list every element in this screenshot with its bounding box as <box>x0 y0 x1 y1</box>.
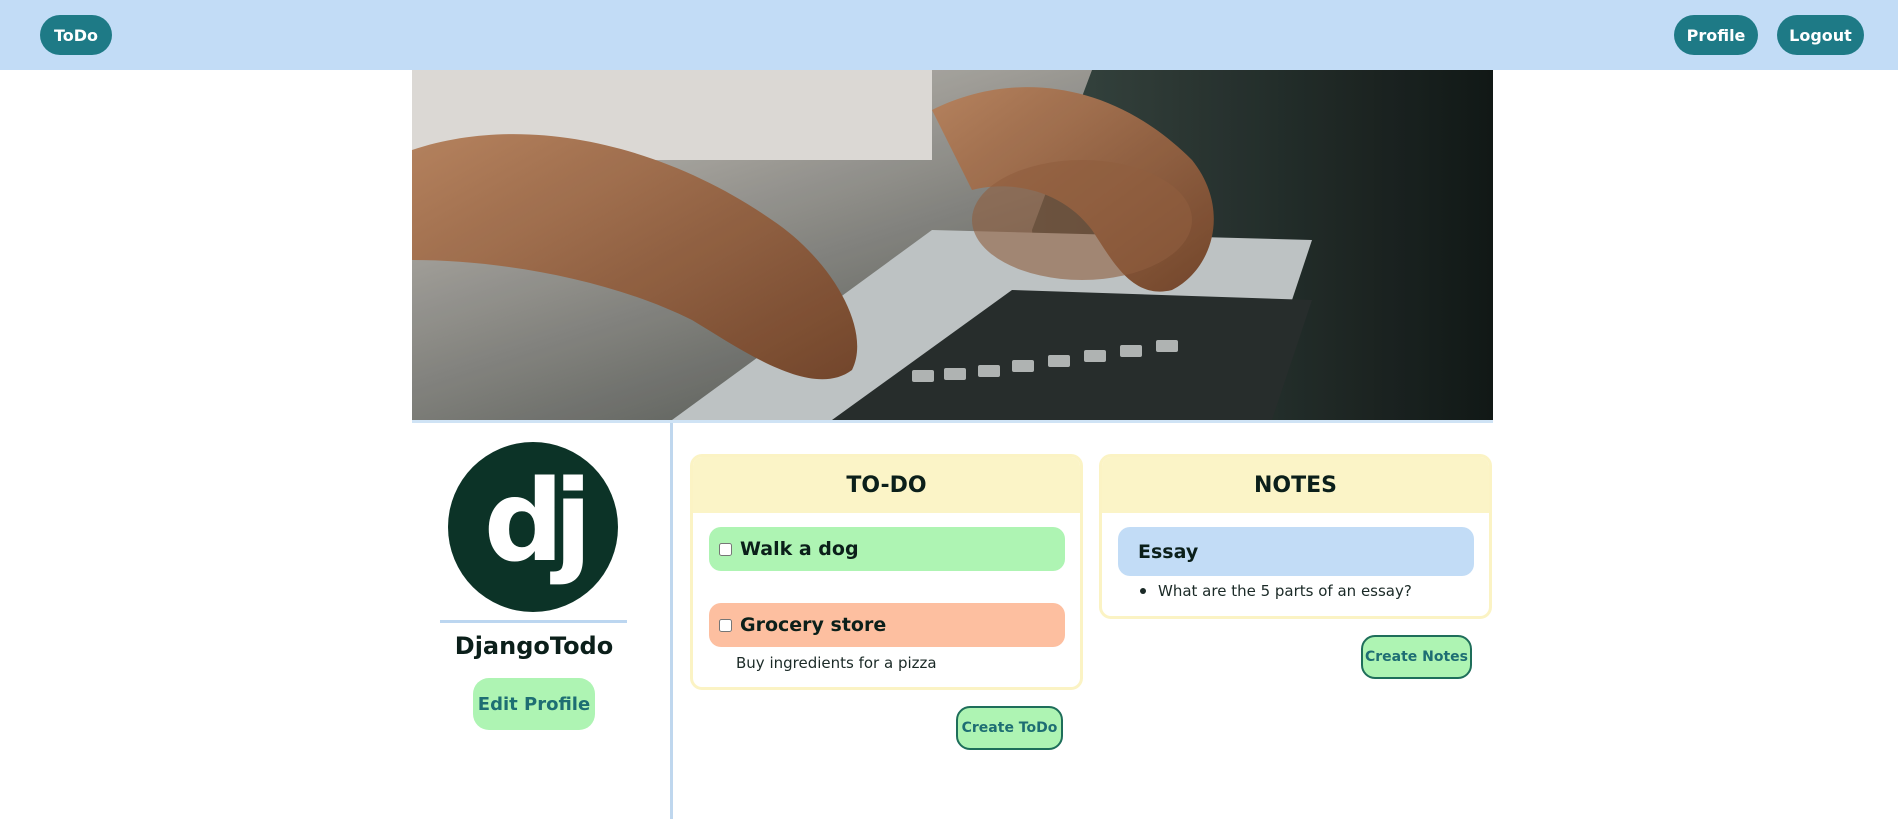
avatar: dj <box>448 442 618 612</box>
todo-item-description: Buy ingredients for a pizza <box>736 654 937 672</box>
notes-card-header: NOTES <box>1102 457 1489 513</box>
edit-profile-button[interactable]: Edit Profile <box>473 678 595 730</box>
note-item-title[interactable]: Essay <box>1118 527 1474 576</box>
column-divider <box>670 423 673 819</box>
todo-checkbox[interactable] <box>719 618 732 632</box>
profile-button[interactable]: Profile <box>1674 15 1758 55</box>
todo-card-header: TO-DO <box>693 457 1080 513</box>
todo-card: TO-DO Walk a dog Grocery store Buy ingre… <box>690 454 1083 690</box>
todo-item-title: Grocery store <box>740 614 887 636</box>
django-logo-icon: dj <box>483 457 593 587</box>
bullet-icon <box>1140 588 1146 594</box>
note-bullet: What are the 5 parts of an essay? <box>1140 582 1412 600</box>
create-todo-button[interactable]: Create ToDo <box>956 706 1063 750</box>
top-navbar: ToDo Profile Logout <box>0 0 1898 70</box>
create-notes-button[interactable]: Create Notes <box>1361 635 1472 679</box>
brand-home-button[interactable]: ToDo <box>40 15 112 55</box>
avatar-divider <box>440 620 627 623</box>
username: DjangoTodo <box>454 632 614 660</box>
todo-item: Grocery store <box>709 603 1065 647</box>
notes-card: NOTES Essay What are the 5 parts of an e… <box>1099 454 1492 619</box>
todo-checkbox[interactable] <box>719 542 732 556</box>
todo-item: Walk a dog <box>709 527 1065 571</box>
laptop-typing-photo-icon <box>412 70 1493 420</box>
hero-image <box>412 70 1493 420</box>
note-bullet-text: What are the 5 parts of an essay? <box>1158 582 1412 600</box>
hero-divider <box>412 420 1493 423</box>
todo-item-title: Walk a dog <box>740 538 859 560</box>
logout-button[interactable]: Logout <box>1777 15 1864 55</box>
